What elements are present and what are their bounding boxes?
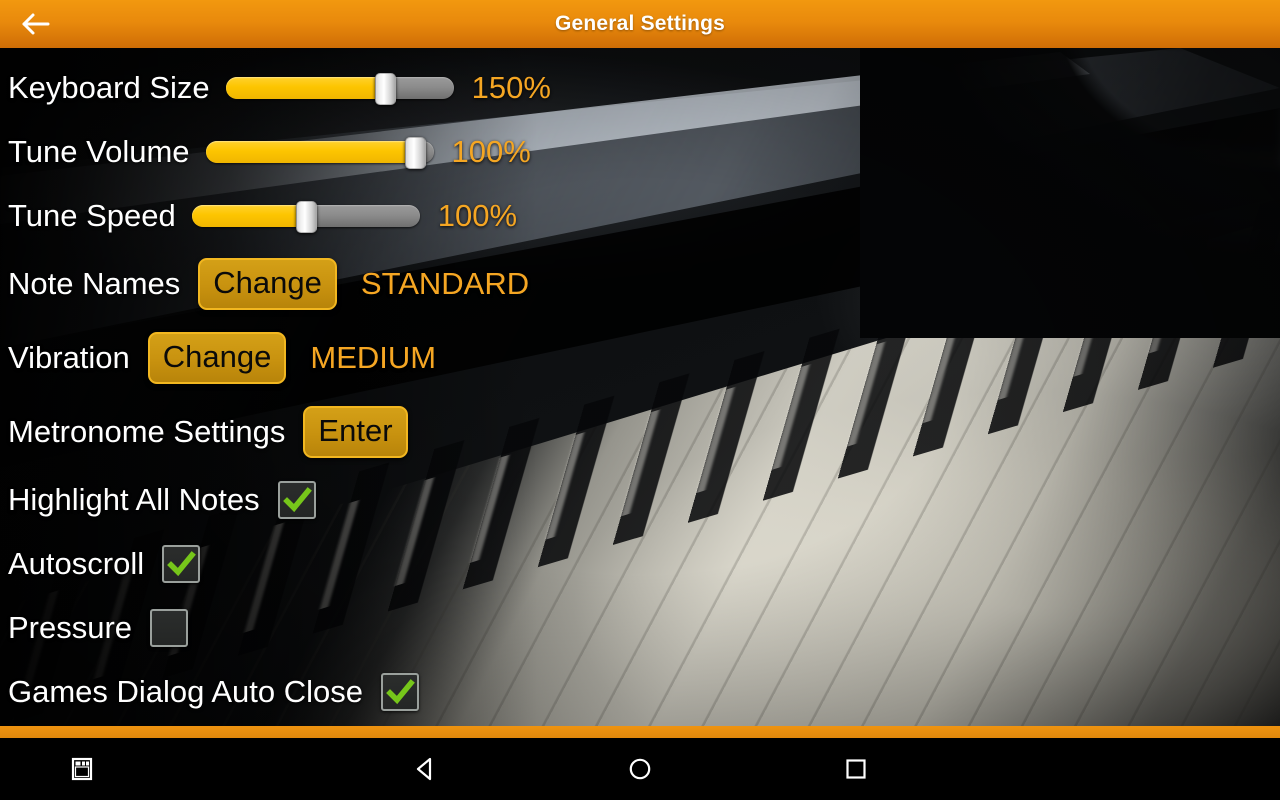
setting-row-keyboard-size: Keyboard Size 150% (0, 60, 551, 116)
checkbox-games-dialog-auto-close[interactable] (380, 673, 419, 711)
slider-thumb[interactable] (404, 137, 426, 169)
setting-label-pressure: Pressure (8, 610, 133, 645)
window-icon (71, 757, 93, 781)
slider-fill (205, 141, 425, 163)
recents-button[interactable] (826, 738, 886, 800)
setting-value-note-names: STANDARD (360, 266, 530, 301)
checkbox-pressure[interactable] (150, 609, 189, 647)
setting-row-autoscroll: Autoscroll (0, 536, 201, 592)
checkmark-icon (386, 679, 415, 705)
setting-label-note-names: Note Names (8, 266, 181, 301)
slider-tune-speed[interactable] (191, 201, 420, 233)
settings-screen: General Settings Keyboard Size 150% Tune V… (0, 0, 1280, 800)
accent-strip (0, 726, 1280, 738)
setting-value-vibration: MEDIUM (310, 340, 437, 375)
title-bar: General Settings (0, 0, 1280, 48)
note-names-button[interactable]: Change (198, 258, 337, 310)
android-navigation-bar (0, 738, 1280, 800)
vibration-button[interactable]: Change (147, 332, 287, 384)
circle-home-icon (629, 758, 651, 780)
setting-row-tune-volume: Tune Volume 100% (0, 124, 531, 180)
setting-row-pressure: Pressure (0, 600, 189, 656)
metronome-settings-button[interactable]: Enter (303, 406, 408, 458)
setting-label-games-dialog-auto-close: Games Dialog Auto Close (8, 674, 363, 709)
checkbox-autoscroll[interactable] (162, 545, 201, 583)
setting-row-highlight-all-notes: Highlight All Notes (0, 472, 316, 528)
slider-value-keyboard-size: 150% (471, 70, 551, 105)
slider-value-tune-volume: 100% (451, 134, 531, 169)
setting-label-highlight-all-notes: Highlight All Notes (8, 482, 260, 517)
home-button[interactable] (610, 738, 670, 800)
setting-row-note-names: Note Names Change STANDARD (0, 256, 529, 312)
slider-tune-volume[interactable] (205, 137, 434, 169)
slider-value-tune-speed: 100% (437, 198, 518, 233)
checkmark-icon (282, 487, 312, 513)
setting-label-autoscroll: Autoscroll (8, 546, 145, 581)
setting-row-tune-speed: Tune Speed 100% (0, 188, 517, 244)
square-recents-icon (846, 759, 866, 779)
slider-thumb[interactable] (374, 73, 396, 105)
checkbox-highlight-all-notes[interactable] (277, 481, 316, 519)
back-button[interactable] (395, 738, 455, 800)
setting-label-tune-volume: Tune Volume (8, 134, 190, 169)
slider-thumb[interactable] (295, 201, 317, 233)
page-title: General Settings (554, 12, 726, 35)
slider-fill (225, 77, 390, 99)
slider-fill (191, 205, 306, 227)
setting-label-keyboard-size: Keyboard Size (8, 70, 210, 105)
screenshot-button[interactable] (52, 738, 112, 800)
setting-row-vibration: Vibration Change MEDIUM (0, 330, 436, 386)
setting-label-vibration: Vibration (8, 340, 130, 375)
arrow-left-icon (22, 13, 50, 35)
back-navigation-button[interactable] (8, 0, 64, 48)
setting-label-metronome-settings: Metronome Settings (8, 414, 286, 449)
setting-row-metronome-settings: Metronome Settings Enter (0, 404, 408, 460)
settings-list: Keyboard Size 150% Tune Volume 100% Tune Spe… (0, 48, 1280, 726)
slider-keyboard-size[interactable] (225, 73, 454, 105)
setting-row-games-dialog-auto-close: Games Dialog Auto Close (0, 664, 419, 720)
setting-label-tune-speed: Tune Speed (8, 198, 176, 233)
triangle-back-icon (416, 757, 432, 781)
checkmark-icon (167, 551, 196, 577)
